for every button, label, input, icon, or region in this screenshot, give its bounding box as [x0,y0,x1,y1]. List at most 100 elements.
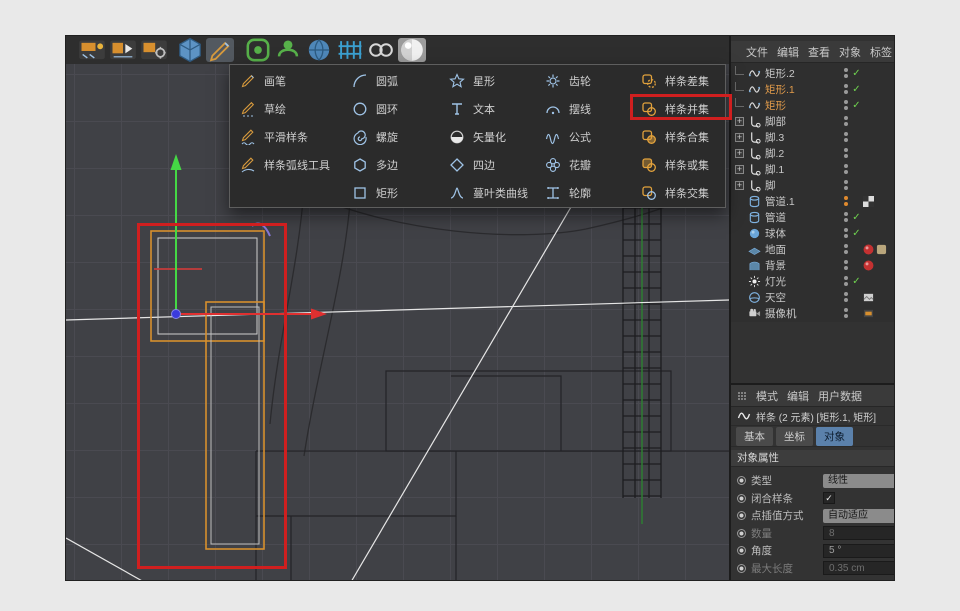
menu-0[interactable]: 模式 [756,388,778,404]
menu-item-star[interactable]: 星形 [439,67,535,95]
menu-item-bool-intersect[interactable]: 样条合集 [631,123,725,151]
menu-0[interactable]: 文件 [746,44,768,60]
enabled-check-icon[interactable]: ✓ [850,84,863,95]
object-row[interactable]: +脚.2 [731,145,895,161]
menu-item-arc[interactable]: 圆弧 [342,67,439,95]
expand-icon[interactable]: + [735,117,744,126]
param-toggle-icon[interactable] [737,546,746,555]
menu-item-flower[interactable]: 花瓣 [535,151,631,179]
menu-item-pen-brush[interactable]: 画笔 [230,67,342,95]
object-row[interactable]: +脚.3 [731,129,895,145]
render-view-button[interactable] [78,38,106,62]
menu-item-pen-sketch[interactable]: 草绘 [230,95,342,123]
menu-item-text[interactable]: 文本 [439,95,535,123]
param-toggle-icon[interactable] [737,476,746,485]
visibility-dots[interactable] [841,84,850,94]
max-length-input[interactable]: 0.35 cm◂▸ [823,561,895,575]
tag-slot[interactable] [863,292,893,303]
enabled-check-icon[interactable]: ✓ [850,228,863,239]
tag-slot[interactable] [863,244,893,255]
menu-1[interactable]: 编辑 [777,44,799,60]
rings-button[interactable] [367,38,395,62]
visibility-dots[interactable] [841,100,850,110]
menu-4[interactable]: 标签 [870,44,892,60]
object-row[interactable]: 矩形.1✓ [731,81,895,97]
object-row[interactable]: 地面 [731,241,895,257]
object-row[interactable]: 背景 [731,257,895,273]
menu-item-gear[interactable]: 齿轮 [535,67,631,95]
menu-item-quad[interactable]: 四边 [439,151,535,179]
array-button[interactable] [336,38,364,62]
enabled-check-icon[interactable]: ✓ [850,276,863,287]
object-row[interactable]: 摄像机 [731,305,895,321]
menu-item-pen-smooth[interactable]: 平滑样条 [230,123,342,151]
visibility-dots[interactable] [841,180,850,190]
visibility-dots[interactable] [841,244,850,254]
generator-button[interactable] [274,38,302,62]
object-row[interactable]: +脚.1 [731,161,895,177]
visibility-dots[interactable] [841,228,850,238]
menu-item-cissoid[interactable]: 蔓叶类曲线 [439,179,535,207]
menu-item-bool-and[interactable]: 样条交集 [631,179,725,207]
visibility-dots[interactable] [841,276,850,286]
object-row[interactable]: 灯光✓ [731,273,895,289]
expand-icon[interactable]: + [735,181,744,190]
close-spline-checkbox[interactable]: ✓ [823,492,835,504]
angle-input[interactable]: 5 ° [823,544,895,558]
visibility-dots[interactable] [841,292,850,302]
tab-object[interactable]: 对象 [816,427,853,446]
menu-item-pen-arc[interactable]: 样条弧线工具 [230,151,342,179]
expand-icon[interactable]: + [735,149,744,158]
material-ball-button[interactable] [398,38,426,62]
enabled-check-icon[interactable]: ✓ [850,100,863,111]
cube-primitive-button[interactable] [176,38,204,62]
visibility-dots[interactable] [841,132,850,142]
menu-2[interactable]: 查看 [808,44,830,60]
subdivision-surface-button[interactable] [244,38,272,62]
visibility-dots[interactable] [841,68,850,78]
menu-1[interactable]: 编辑 [787,388,809,404]
tab-basic[interactable]: 基本 [736,427,773,446]
param-toggle-icon[interactable] [737,494,746,503]
object-row[interactable]: 天空 [731,289,895,305]
object-row[interactable]: 球体✓ [731,225,895,241]
object-row[interactable]: 管道.1 [731,193,895,209]
menu-item-circle[interactable]: 圆环 [342,95,439,123]
visibility-dots[interactable] [841,308,850,318]
visibility-dots[interactable] [841,148,850,158]
menu-item-bool-subtract[interactable]: 样条差集 [631,67,725,95]
param-toggle-icon[interactable] [737,564,746,573]
menu-item-rect[interactable]: 矩形 [342,179,439,207]
menu-item-vectorizer[interactable]: 矢量化 [439,123,535,151]
param-toggle-icon[interactable] [737,511,746,520]
object-row[interactable]: 管道✓ [731,209,895,225]
menu-item-bool-union[interactable]: 样条并集 [631,95,725,123]
menu-item-ngon[interactable]: 多边 [342,151,439,179]
menu-item-bool-or[interactable]: 样条或集 [631,151,725,179]
visibility-dots[interactable] [841,260,850,270]
menu-item-cycloid[interactable]: 摆线 [535,95,631,123]
sphere-primitive-button[interactable] [305,38,333,62]
render-settings-button[interactable] [140,38,168,62]
tab-coordinates[interactable]: 坐标 [776,427,813,446]
object-row[interactable]: +脚部 [731,113,895,129]
tag-slot[interactable] [863,260,893,271]
visibility-dots[interactable] [841,196,850,206]
enabled-check-icon[interactable]: ✓ [850,212,863,223]
object-row[interactable]: 矩形✓ [731,97,895,113]
tag-slot[interactable] [863,196,893,207]
enabled-check-icon[interactable]: ✓ [850,68,863,79]
expand-icon[interactable]: + [735,133,744,142]
render-to-picture-button[interactable] [109,38,137,62]
tag-slot[interactable] [863,308,893,319]
type-dropdown[interactable]: 线性 [823,474,895,488]
menu-item-profile[interactable]: 轮廓 [535,179,631,207]
visibility-dots[interactable] [841,164,850,174]
menu-item-helix[interactable]: 螺旋 [342,123,439,151]
menu-item-formula[interactable]: 公式 [535,123,631,151]
object-row[interactable]: +脚 [731,177,895,193]
origin-point[interactable] [172,310,181,319]
param-toggle-icon[interactable] [737,529,746,538]
number-input[interactable]: 8◂▸ [823,526,895,540]
interpolation-dropdown[interactable]: 自动适应 [823,509,895,523]
